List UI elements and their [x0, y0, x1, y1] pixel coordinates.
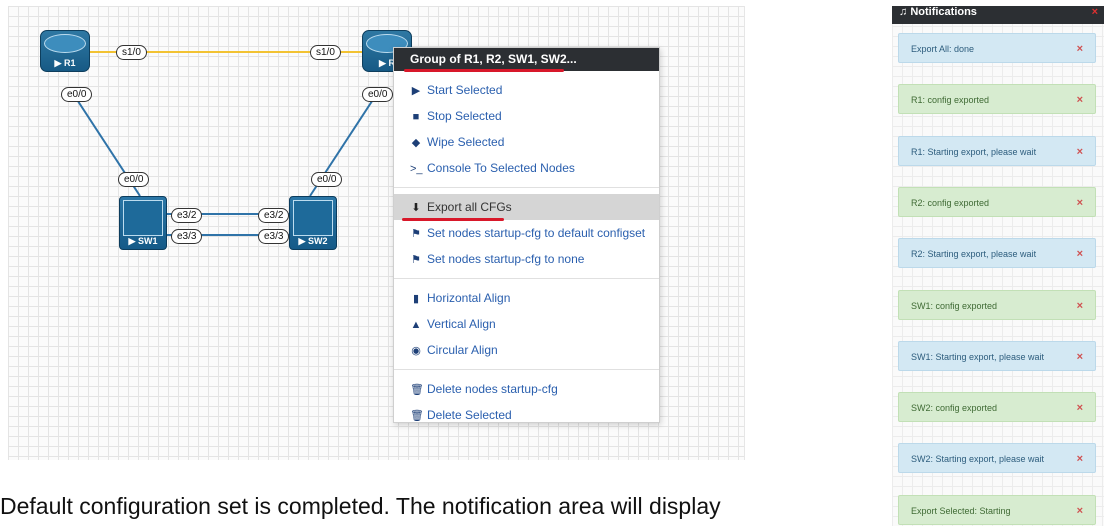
close-icon[interactable]: × [1077, 496, 1083, 526]
node-label-sw1: ▶ SW1 [128, 236, 158, 246]
menu-item-label: Vertical Align [427, 317, 496, 331]
node-label-r1: ▶ R1 [54, 58, 76, 68]
notification-text: SW2: Starting export, please wait [911, 454, 1045, 465]
notifications-title: Notifications [910, 6, 977, 18]
menu-item-delete-nodes-startup-cfg[interactable]: 🗑 Delete nodes startup-cfg [394, 376, 659, 402]
menu-item-label: Wipe Selected [427, 135, 505, 149]
menu-item-vertical-align[interactable]: ▲ Vertical Align [394, 311, 659, 337]
menu-item-label: Stop Selected [427, 109, 502, 123]
menu-separator [394, 278, 659, 279]
bell-icon: ♫ [899, 6, 908, 18]
config-set-icon: ⚑ [411, 228, 421, 240]
trash-icon: 🗑 [410, 384, 424, 396]
close-icon[interactable]: × [1077, 85, 1083, 115]
menu-item-stop-selected[interactable]: ■ Stop Selected [394, 103, 659, 129]
notifications-panel: ♫ Notifications × Export All: done × R1: c… [892, 6, 1104, 526]
port-label: e0/0 [362, 87, 394, 102]
menu-item-set-nodes-startup-cfg-to-none[interactable]: ⚑ Set nodes startup-cfg to none [394, 246, 659, 272]
menu-item-export-all-cfgs[interactable]: ⬇ Export all CFGs [394, 194, 659, 221]
menu-separator [394, 369, 659, 370]
close-icon[interactable]: × [1077, 188, 1083, 218]
notification-text: SW2: config exported [911, 403, 998, 414]
notification-item[interactable]: SW2: Starting export, please wait × [898, 443, 1096, 474]
notifications-header: ♫ Notifications × [892, 6, 1104, 24]
menu-item-label: Delete nodes startup-cfg [427, 382, 558, 396]
notification-text: R2: config exported [911, 197, 990, 208]
notification-item[interactable]: SW1: config exported × [898, 289, 1096, 321]
close-icon[interactable]: × [1077, 291, 1083, 321]
port-label: e3/3 [258, 229, 290, 244]
port-label: e3/2 [171, 208, 203, 223]
notification-text: Export Selected: Starting [911, 505, 1011, 516]
menu-item-horizontal-align[interactable]: ▮ Horizontal Align [394, 285, 659, 311]
notification-item[interactable]: R1: config exported × [898, 84, 1096, 115]
eraser-icon: ◆ [411, 137, 421, 149]
play-icon: ▶ [411, 85, 421, 97]
menu-item-wipe-selected[interactable]: ◆ Wipe Selected [394, 129, 659, 155]
notification-text: SW1: config exported [911, 300, 998, 311]
port-label: e3/2 [258, 208, 290, 223]
close-icon[interactable]: × [1077, 239, 1083, 269]
port-label: e3/3 [171, 229, 203, 244]
notification-text: SW1: Starting export, please wait [911, 351, 1045, 362]
menu-separator [394, 187, 659, 188]
menu-item-label: Delete Selected [427, 408, 512, 422]
trash-icon: 🗑 [410, 410, 424, 422]
notification-text: Export All: done [911, 44, 975, 54]
circular-align-icon: ◉ [411, 345, 421, 357]
router-icon: ▶ R1 [40, 30, 90, 72]
port-label: s1/0 [116, 45, 147, 60]
menu-item-label: Export all CFGs [427, 200, 512, 214]
menu-item-label: Set nodes startup-cfg to none [427, 252, 585, 266]
context-menu-header: Group of R1, R2, SW1, SW2... [394, 48, 659, 72]
menu-item-label: Set nodes startup-cfg to default configs… [427, 226, 646, 240]
terminal-icon: >_ [410, 163, 423, 175]
notification-item[interactable]: R1: Starting export, please wait × [898, 135, 1096, 167]
red-underline-annotation [404, 69, 564, 72]
port-label: e0/0 [118, 172, 150, 187]
close-icon[interactable]: × [1077, 444, 1083, 474]
switch-sw1[interactable]: ▶ SW1 [119, 196, 167, 250]
port-label: s1/0 [310, 45, 341, 60]
menu-item-label: Horizontal Align [427, 291, 511, 305]
horizontal-align-icon: ▮ [412, 293, 420, 305]
config-none-icon: ⚑ [411, 254, 421, 266]
switch-icon: ▶ SW1 [119, 196, 167, 250]
notification-item[interactable]: Export All: done × [898, 33, 1096, 63]
menu-item-label: Circular Align [427, 343, 498, 357]
stop-icon: ■ [412, 111, 420, 123]
vertical-align-icon: ▲ [410, 319, 422, 331]
notification-item[interactable]: Export Selected: Starting × [898, 494, 1096, 526]
caption-text: Default configuration set is completed. … [0, 493, 721, 519]
close-icon[interactable]: × [1077, 342, 1083, 372]
notification-text: R2: Starting export, please wait [911, 249, 1037, 260]
menu-item-label: Start Selected [427, 83, 503, 97]
port-label: e0/0 [311, 172, 343, 187]
notification-item[interactable]: SW2: config exported × [898, 392, 1096, 423]
switch-sw2[interactable]: ▶ SW2 [289, 196, 337, 250]
close-icon[interactable]: × [1092, 6, 1098, 18]
switch-icon: ▶ SW2 [289, 196, 337, 250]
menu-item-console-to-selected-nodes[interactable]: >_ Console To Selected Nodes [394, 155, 659, 181]
notification-item[interactable]: SW1: Starting export, please wait × [898, 340, 1096, 372]
menu-item-set-nodes-startup-cfg-to-default-configset[interactable]: ⚑ Set nodes startup-cfg to default config… [394, 220, 659, 246]
notification-text: R1: Starting export, please wait [911, 146, 1037, 157]
menu-item-circular-align[interactable]: ◉ Circular Align [394, 337, 659, 363]
close-icon[interactable]: × [1077, 34, 1083, 64]
context-menu: Group of R1, R2, SW1, SW2... ▶ Start Sele… [393, 47, 660, 423]
menu-item-delete-selected[interactable]: 🗑 Delete Selected [394, 402, 659, 428]
close-icon[interactable]: × [1077, 137, 1083, 167]
notification-item[interactable]: R2: Starting export, please wait × [898, 238, 1096, 269]
router-r1[interactable]: ▶ R1 [40, 30, 90, 72]
port-label: e0/0 [61, 87, 93, 102]
node-label-sw2: ▶ SW2 [298, 236, 328, 246]
close-icon[interactable]: × [1077, 393, 1083, 423]
notification-item[interactable]: R2: config exported × [898, 186, 1096, 218]
menu-item-start-selected[interactable]: ▶ Start Selected [394, 77, 659, 103]
menu-item-label: Console To Selected Nodes [427, 161, 575, 175]
notification-text: R1: config exported [911, 95, 990, 106]
